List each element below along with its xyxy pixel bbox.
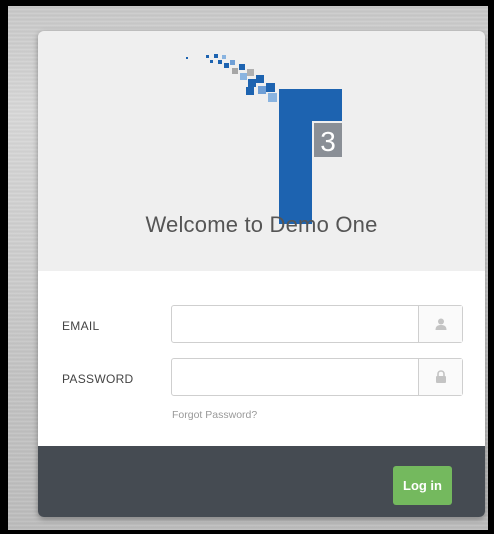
user-icon xyxy=(418,306,462,342)
logo-glyph: 3 xyxy=(320,126,336,157)
password-input[interactable] xyxy=(172,359,417,395)
password-label: PASSWORD xyxy=(62,372,134,386)
login-footer-bar: Log in xyxy=(38,446,485,517)
email-field-group xyxy=(171,305,463,343)
password-field-group xyxy=(171,358,463,396)
email-label: EMAIL xyxy=(62,319,100,333)
forgot-password-link[interactable]: Forgot Password? xyxy=(172,409,257,421)
lock-icon xyxy=(418,359,462,395)
login-card: 3 Welcome to Demo One EMAIL PASSWORD For… xyxy=(38,31,485,517)
t3-logo: 3 xyxy=(186,54,342,224)
login-card-header: 3 Welcome to Demo One xyxy=(38,31,485,271)
login-button[interactable]: Log in xyxy=(393,466,452,505)
login-form: EMAIL PASSWORD Forgot Password? xyxy=(38,271,485,446)
welcome-heading: Welcome to Demo One xyxy=(145,212,378,237)
email-input[interactable] xyxy=(172,306,417,342)
